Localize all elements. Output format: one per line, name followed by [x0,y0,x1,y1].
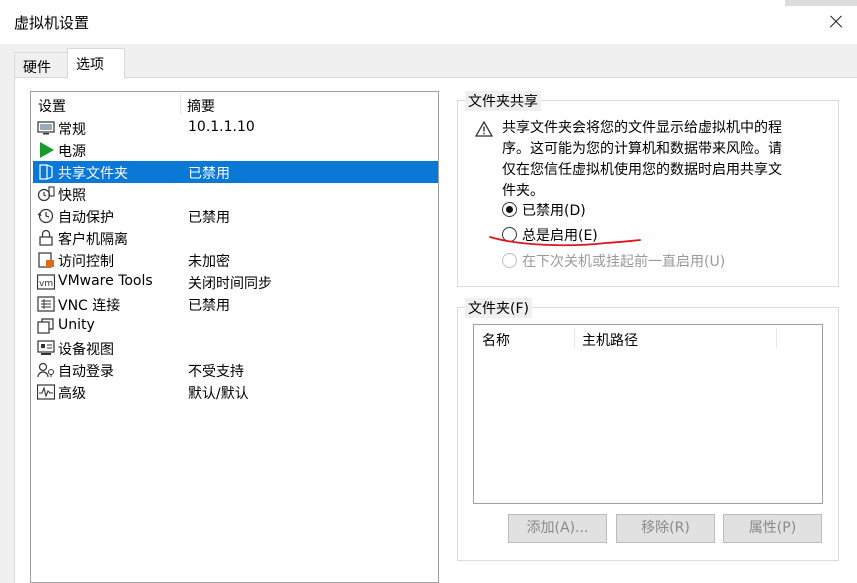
add-button[interactable]: 添加(A)... [508,514,607,543]
settings-row-name: 快照 [58,188,86,204]
autologin-icon [37,362,54,378]
radio-label: 在下次关机或挂起前一直启用(U) [522,254,726,270]
svg-text:vm: vm [39,279,53,289]
close-button[interactable] [821,8,851,36]
settings-row-name: 常规 [58,122,86,138]
settings-row-unity[interactable]: Unity [33,315,438,337]
snapshot-icon [37,186,55,202]
settings-row-name: 自动登录 [58,364,114,380]
settings-row-summary: 10.1.1.10 [188,119,255,135]
settings-row-name: 自动保护 [58,210,114,226]
folder-sharing-legend: 文件夹共享 [465,91,541,111]
radio-label: 已禁用(D) [522,203,586,219]
folder-sharing-group: 文件夹共享 共享文件夹会将您的文件显示给虚拟机中的程序。这可能为您的计算机和数据… [457,91,839,287]
header-setting[interactable]: 设置 [38,96,66,116]
monitor-icon [37,121,55,135]
settings-row-name: VNC 连接 [58,298,121,314]
settings-row-vnc[interactable]: VNC 连接 已禁用 [33,293,438,315]
tab-hardware[interactable]: 硬件 [14,52,68,78]
folders-header-separator [776,328,777,348]
device-view-icon [37,340,55,355]
settings-row-summary: 已禁用 [188,210,230,226]
settings-row-advanced[interactable]: 高级 默认/默认 [33,381,438,403]
settings-row-vmware-tools[interactable]: vm VMware Tools 关闭时间同步 [33,271,438,293]
folders-list[interactable]: 名称 主机路径 [473,324,823,504]
warning-text: 共享文件夹会将您的文件显示给虚拟机中的程序。这可能为您的计算机和数据带来风险。请… [502,120,782,199]
settings-row-summary: 已禁用 [188,298,230,314]
play-icon [40,142,54,158]
header-separator [180,94,181,114]
settings-list[interactable]: 设置 摘要 常规 10.1.1.10 电源 共享文件夹 已禁用 快照 自动保护 … [30,91,439,583]
radio-button[interactable] [502,227,517,242]
unity-icon [37,318,54,334]
settings-list-header: 设置 摘要 [31,92,438,116]
properties-button[interactable]: 属性(P) [723,514,822,543]
radio-button-disabled [502,253,517,268]
settings-row-snapshot[interactable]: 快照 [33,183,438,205]
settings-row-autologin[interactable]: 自动登录 不受支持 [33,359,438,381]
folders-header-host-path[interactable]: 主机路径 [582,330,638,350]
vmware-tools-icon: vm [37,274,55,290]
settings-row-summary: 不受支持 [188,364,244,380]
settings-row-summary: 未加密 [188,254,230,270]
remove-button[interactable]: 移除(R) [616,514,715,543]
settings-row-autoprotect[interactable]: 自动保护 已禁用 [33,205,438,227]
vnc-icon [37,296,55,312]
settings-row-name: Unity [58,317,95,333]
folders-legend: 文件夹(F) [465,298,532,318]
settings-row-name: 电源 [58,144,86,160]
settings-row-power[interactable]: 电源 [33,139,438,161]
settings-row-shared-folders[interactable]: 共享文件夹 已禁用 [33,161,438,183]
settings-row-summary: 关闭时间同步 [188,276,272,292]
tab-options[interactable]: 选项 [67,48,125,78]
folders-header-name[interactable]: 名称 [482,330,510,350]
settings-row-summary: 默认/默认 [188,386,249,402]
settings-row-name: 设备视图 [58,342,114,358]
settings-row-name: 客户机隔离 [58,232,128,248]
header-summary[interactable]: 摘要 [187,96,215,116]
settings-row-guest-isolation[interactable]: 客户机隔离 [33,227,438,249]
settings-row-name: VMware Tools [58,273,153,289]
access-control-icon [38,252,54,268]
folders-header-separator [574,328,575,348]
clock-icon [37,208,54,224]
settings-row-summary: 已禁用 [188,166,230,182]
title-bar: 虚拟机设置 [0,0,857,44]
settings-row-general[interactable]: 常规 10.1.1.10 [33,117,438,139]
advanced-icon [37,384,55,400]
shared-folder-icon [39,164,53,180]
settings-row-name: 高级 [58,386,86,402]
settings-row-name: 共享文件夹 [58,166,128,182]
settings-row-device-view[interactable]: 设备视图 [33,337,438,359]
lock-icon [39,230,53,246]
settings-row-access-control[interactable]: 访问控制 未加密 [33,249,438,271]
settings-row-name: 访问控制 [58,254,114,270]
window-title: 虚拟机设置 [14,14,90,32]
radio-label: 总是启用(E) [522,228,598,244]
window-top-strip [785,0,857,6]
radio-button-checked[interactable] [502,202,517,217]
warning-icon [475,121,493,137]
